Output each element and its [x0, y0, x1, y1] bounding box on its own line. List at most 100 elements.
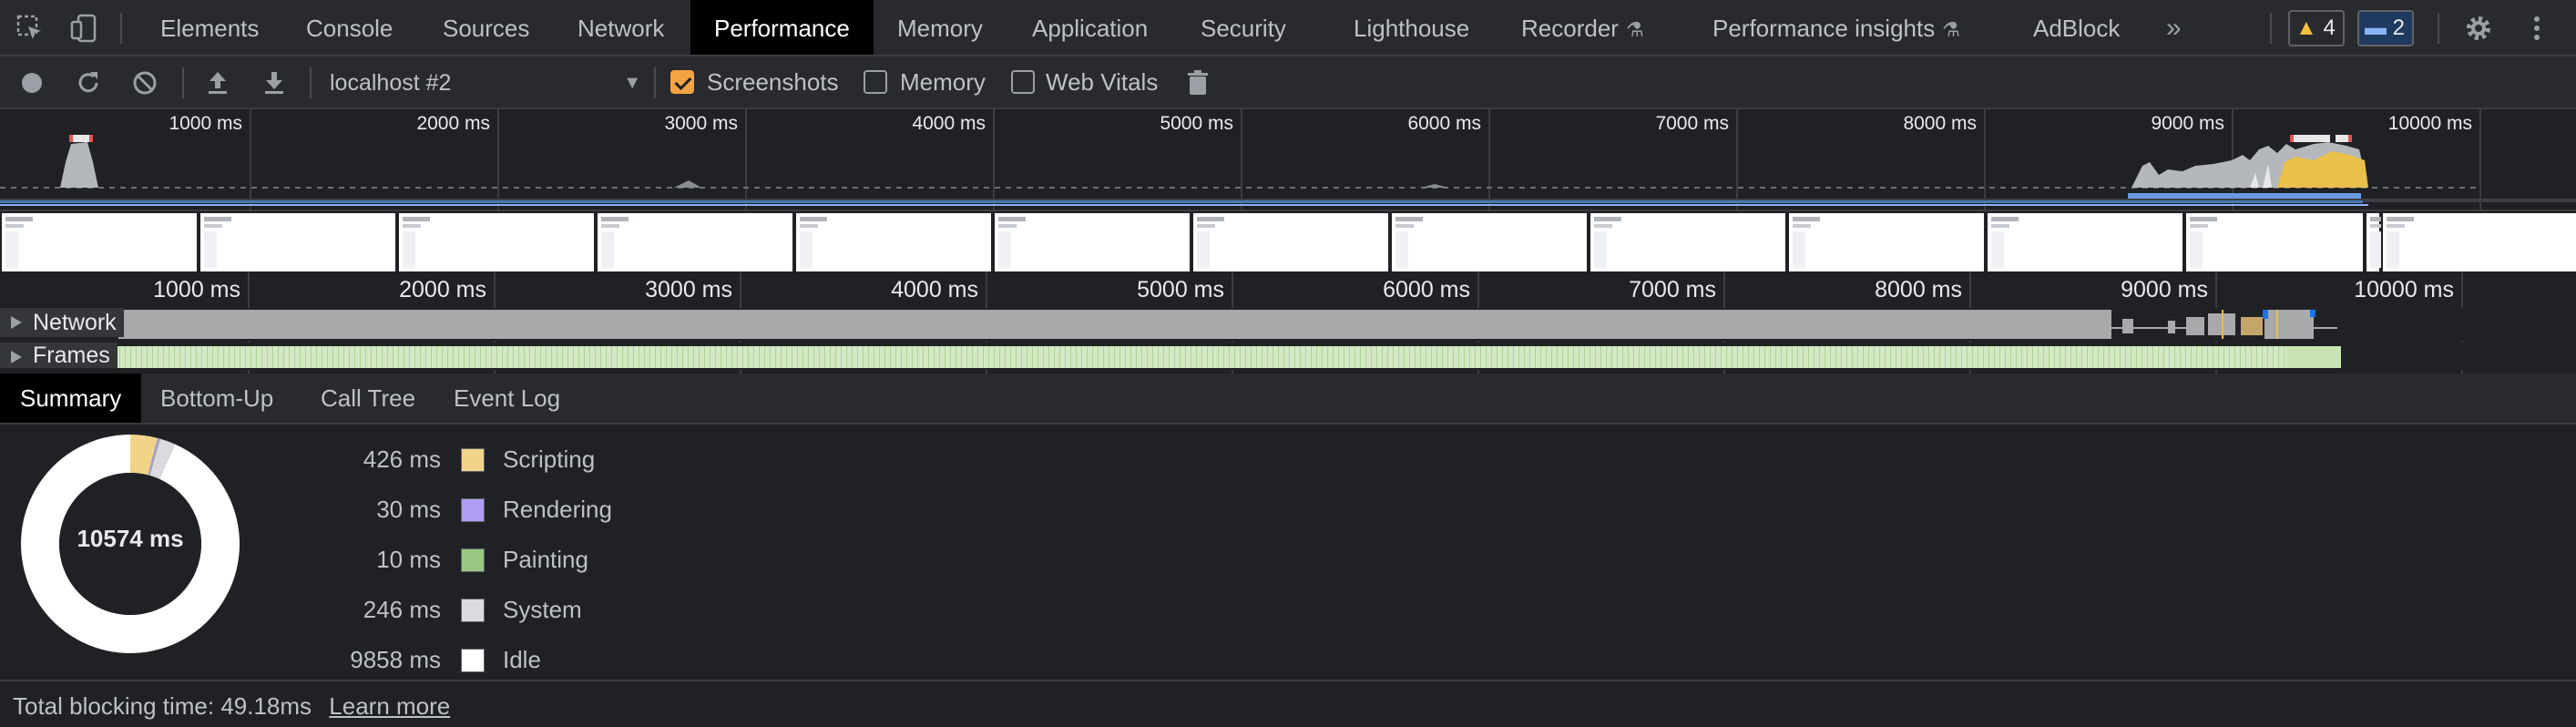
screenshots-checkbox[interactable] — [670, 70, 694, 94]
device-toolbar-icon[interactable] — [69, 13, 100, 44]
blocking-time-text: Total blocking time: 49.18ms Learn more — [13, 689, 450, 723]
screenshot-thumbnail[interactable] — [1986, 213, 2182, 271]
more-options-icon[interactable] — [2521, 13, 2552, 44]
reload-record-icon[interactable] — [73, 67, 104, 98]
tab-memory[interactable]: Memory — [897, 0, 983, 55]
summary-value: 426 ms — [363, 445, 441, 473]
ruler-tick-label: 1000 ms — [153, 277, 240, 302]
experiment-flask-icon: ⚗ — [1942, 18, 1960, 41]
message-icon: ▬ — [2365, 15, 2387, 40]
screenshot-thumbnail[interactable] — [2381, 213, 2576, 271]
screenshot-thumbnail[interactable] — [1191, 213, 1388, 271]
tab-lighthouse[interactable]: Lighthouse — [1354, 0, 1469, 55]
screenshot-thumbnail[interactable] — [2365, 213, 2397, 271]
screenshot-thumbnail[interactable] — [993, 213, 1190, 271]
more-tabs-chevron-icon[interactable]: » — [2166, 0, 2182, 55]
save-profile-download-icon[interactable] — [259, 67, 290, 98]
tab-adblock[interactable]: AdBlock — [2033, 0, 2120, 55]
inspect-element-icon[interactable] — [15, 13, 46, 44]
summary-value: 246 ms — [363, 596, 441, 623]
screenshot-thumbnail[interactable] — [1589, 213, 1785, 271]
target-select[interactable]: localhost #2 ▼ — [330, 62, 645, 104]
tab-console[interactable]: Console — [306, 0, 393, 55]
tab-bottom-up[interactable]: Bottom-Up — [160, 374, 273, 423]
network-track-chart — [118, 310, 2337, 339]
timeline-ruler: 1000 ms 2000 ms 3000 ms 4000 ms 5000 ms 6000 … — [0, 271, 2576, 374]
summary-color-swatch — [461, 548, 485, 572]
ruler-tick-label: 7000 ms — [1629, 277, 1716, 302]
toolbar-divider — [2438, 13, 2439, 44]
warnings-badge[interactable]: ▲ 4 — [2288, 10, 2345, 46]
summary-color-swatch — [461, 448, 485, 472]
memory-checkbox[interactable] — [864, 70, 887, 94]
screenshot-thumbnail[interactable] — [1390, 213, 1587, 271]
settings-gear-icon[interactable] — [2463, 13, 2494, 44]
tab-event-log[interactable]: Event Log — [454, 374, 560, 423]
tab-elements[interactable]: Elements — [160, 0, 259, 55]
network-track-label: Network — [0, 308, 124, 337]
screenshots-filmstrip — [0, 213, 2576, 271]
summary-category: Rendering — [503, 496, 612, 523]
screenshot-thumbnail[interactable] — [0, 213, 197, 271]
record-icon[interactable] — [16, 67, 47, 98]
ruler-tick-label: 10000 ms — [2354, 277, 2454, 302]
screenshots-label: Screenshots — [707, 68, 839, 96]
summary-category: Scripting — [503, 445, 596, 473]
frames-track[interactable]: Frames — [0, 343, 2576, 370]
frames-track-label: Frames — [0, 343, 118, 368]
summary-category: Painting — [503, 546, 588, 573]
summary-panel: 10574 ms 426 ms Scripting 30 ms Rendering 10… — [0, 425, 2576, 680]
performance-toolbar: localhost #2 ▼ Screenshots Memory Web Vi… — [0, 56, 2576, 109]
screenshot-thumbnail[interactable] — [397, 213, 594, 271]
messages-count: 2 — [2392, 15, 2406, 40]
tab-performance-insights[interactable]: Performance insights ⚗ — [1712, 0, 1960, 55]
timeline-overview[interactable]: 1000 ms 2000 ms 3000 ms 4000 ms 5000 ms 6000 … — [0, 109, 2576, 211]
toolbar-divider — [120, 13, 122, 44]
screenshot-thumbnail[interactable] — [1787, 213, 1984, 271]
load-profile-upload-icon[interactable] — [202, 67, 233, 98]
summary-total: 10574 ms — [77, 525, 184, 552]
summary-value: 9858 ms — [350, 646, 441, 673]
screenshot-thumbnail[interactable] — [794, 213, 991, 271]
summary-color-swatch — [461, 599, 485, 622]
tab-application[interactable]: Application — [1032, 0, 1148, 55]
toolbar-divider — [182, 67, 184, 98]
learn-more-link[interactable]: Learn more — [329, 692, 450, 720]
ruler-tick-label: 9000 ms — [2121, 277, 2208, 302]
ruler-tick-label: 2000 ms — [399, 277, 486, 302]
tab-security[interactable]: Security — [1201, 0, 1286, 55]
network-track[interactable]: Network — [0, 308, 2576, 341]
screenshot-thumbnail[interactable] — [596, 213, 792, 271]
dropdown-caret-icon: ▼ — [623, 73, 641, 93]
tab-summary[interactable]: Summary — [0, 374, 142, 423]
memory-label: Memory — [900, 68, 986, 96]
tab-recorder[interactable]: Recorder ⚗ — [1521, 0, 1644, 55]
summary-color-swatch — [461, 498, 485, 522]
screenshot-thumbnail[interactable] — [2184, 213, 2363, 271]
summary-category: System — [503, 596, 582, 623]
web-vitals-checkbox[interactable] — [1011, 70, 1035, 94]
trash-icon[interactable] — [1182, 67, 1213, 98]
tab-sources[interactable]: Sources — [443, 0, 529, 55]
tab-network[interactable]: Network — [578, 0, 664, 55]
ruler-tick-label: 6000 ms — [1383, 277, 1470, 302]
tab-call-tree[interactable]: Call Tree — [321, 374, 415, 423]
summary-value: 10 ms — [376, 546, 441, 573]
total-blocking-time: Total blocking time: 49.18ms — [13, 692, 312, 720]
ruler-tick-label: 5000 ms — [1137, 277, 1224, 302]
clear-icon[interactable] — [129, 67, 160, 98]
messages-badge[interactable]: ▬ 2 — [2357, 10, 2415, 46]
toolbar-divider — [310, 67, 312, 98]
summary-color-swatch — [461, 649, 485, 672]
warning-triangle-icon: ▲ — [2295, 15, 2317, 40]
frames-track-chart — [55, 346, 2341, 368]
experiment-flask-icon: ⚗ — [1625, 18, 1644, 41]
tab-performance[interactable]: Performance — [690, 0, 874, 55]
toolbar-divider — [654, 67, 656, 98]
screenshot-thumbnail[interactable] — [199, 213, 395, 271]
web-vitals-label: Web Vitals — [1046, 68, 1159, 96]
devtools-tab-bar: Elements Console Sources Network Perform… — [0, 0, 2576, 56]
ruler-tick-label: 3000 ms — [645, 277, 732, 302]
tab-recorder-label: Recorder — [1521, 15, 1619, 42]
summary-value: 30 ms — [376, 496, 441, 523]
